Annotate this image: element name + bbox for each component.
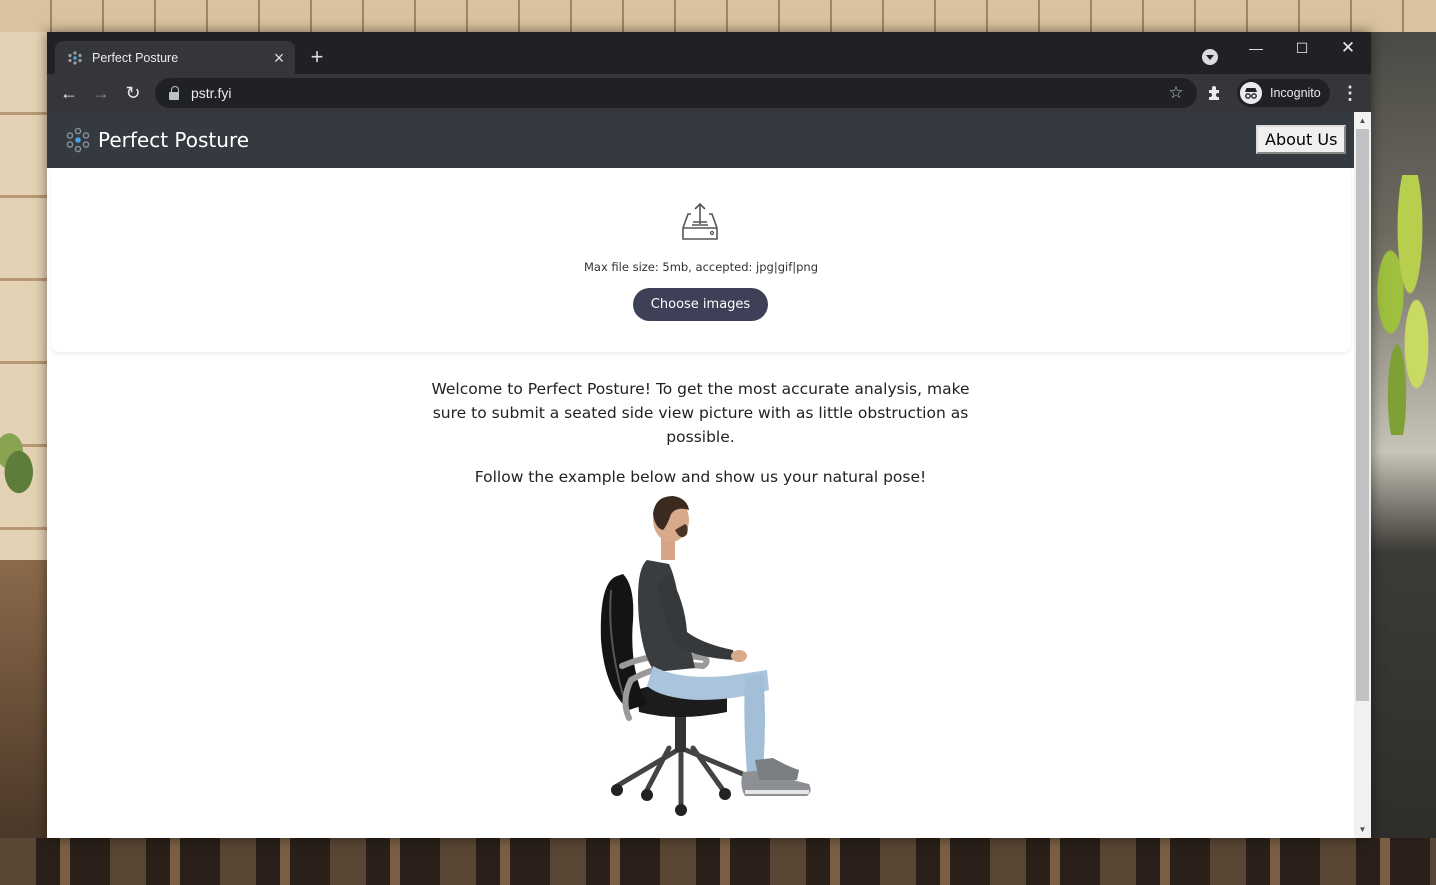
desktop-wall-right <box>1371 32 1436 885</box>
upload-tray-icon <box>681 202 719 242</box>
tab-strip: Perfect Posture × + — ☐ ✕ <box>47 32 1371 74</box>
maximize-icon[interactable]: ☐ <box>1279 36 1325 60</box>
desktop-cabinet <box>0 560 47 885</box>
new-tab-icon[interactable]: + <box>305 46 329 70</box>
intro-section: Welcome to Perfect Posture! To get the m… <box>47 377 1354 489</box>
scroll-up-arrow-icon[interactable]: ▲ <box>1354 112 1371 129</box>
incognito-label: Incognito <box>1270 86 1321 100</box>
lock-icon[interactable] <box>169 86 181 100</box>
reload-icon[interactable]: ↻ <box>119 79 147 107</box>
page-viewport: Perfect Posture About Us Max file size: … <box>47 112 1354 838</box>
scroll-down-arrow-icon[interactable]: ▼ <box>1354 821 1371 838</box>
tab-perfect-posture[interactable]: Perfect Posture × <box>55 41 295 74</box>
favicon-icon <box>67 50 83 66</box>
desktop-shelf <box>0 0 1436 32</box>
brand-name[interactable]: Perfect Posture <box>98 128 249 152</box>
vertical-scrollbar[interactable]: ▲ ▼ <box>1354 112 1371 838</box>
incognito-profile-button[interactable]: Incognito <box>1237 79 1330 107</box>
scrollbar-thumb[interactable] <box>1356 129 1369 701</box>
example-seated-posture-image <box>577 490 817 820</box>
tab-search-icon[interactable] <box>1202 49 1218 65</box>
minimize-icon[interactable]: — <box>1233 36 1279 60</box>
incognito-icon <box>1240 82 1262 104</box>
close-window-icon[interactable]: ✕ <box>1325 36 1371 60</box>
upload-dropzone[interactable]: Max file size: 5mb, accepted: jpg|gif|pn… <box>51 168 1351 352</box>
desktop-floor <box>0 838 1436 885</box>
about-us-button[interactable]: About Us <box>1256 125 1347 154</box>
forward-arrow-icon[interactable]: → <box>87 79 115 107</box>
example-instruction: Follow the example below and show us you… <box>474 468 927 486</box>
url-text[interactable]: pstr.fyi <box>191 85 1165 101</box>
back-arrow-icon[interactable]: ← <box>55 79 83 107</box>
tab-title: Perfect Posture <box>92 50 179 65</box>
address-bar[interactable]: pstr.fyi ☆ <box>155 78 1197 108</box>
brand-logo-icon[interactable] <box>65 127 91 153</box>
site-navbar: Perfect Posture About Us <box>47 112 1354 168</box>
choose-images-button[interactable]: Choose images <box>633 288 768 321</box>
intro-paragraph: Welcome to Perfect Posture! To get the m… <box>431 380 970 446</box>
desktop-plant-left <box>0 430 47 500</box>
close-tab-icon[interactable]: × <box>269 48 289 68</box>
bookmark-star-icon[interactable]: ☆ <box>1165 82 1187 104</box>
kebab-menu-icon[interactable]: ⋮ <box>1339 79 1361 107</box>
browser-toolbar: ← → ↻ pstr.fyi ☆ Incognito ⋮ <box>47 74 1371 112</box>
extensions-puzzle-icon[interactable] <box>1205 83 1225 103</box>
browser-window: Perfect Posture × + — ☐ ✕ ← → ↻ pstr.fyi… <box>47 32 1371 838</box>
upload-hint-text: Max file size: 5mb, accepted: jpg|gif|pn… <box>583 260 818 274</box>
desktop-plant-right <box>1371 175 1436 435</box>
